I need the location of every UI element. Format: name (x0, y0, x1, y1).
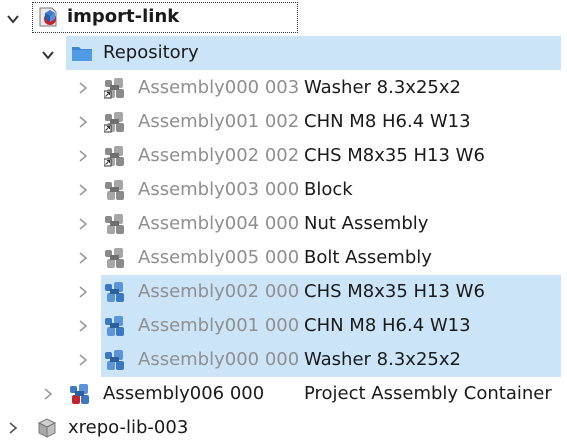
chevron-right-icon[interactable] (76, 217, 90, 231)
container-description: Project Assembly Container (304, 383, 552, 404)
chevron-right-icon[interactable] (76, 149, 90, 163)
assembly-icon (105, 316, 124, 336)
chevron-down-icon[interactable] (6, 12, 20, 26)
assembly-id: Assembly002 002 (138, 145, 300, 166)
assembly-icon (105, 282, 124, 302)
tree-row-assembly[interactable]: Assembly003 000 Block (0, 173, 567, 207)
tree-root-label: import-link (67, 6, 180, 27)
chevron-right-icon[interactable] (6, 421, 20, 435)
assembly-description: Washer 8.3x25x2 (304, 349, 461, 370)
container-id: Assembly006 000 (103, 383, 265, 404)
assembly-id: Assembly004 000 (138, 213, 300, 234)
tree-row-assembly[interactable]: Assembly001 002 CHN M8 H6.4 W13 (0, 105, 567, 139)
linked-assembly-icon (104, 146, 124, 167)
assembly-id: Assembly003 000 (138, 179, 300, 200)
tree-row-assembly[interactable]: Assembly004 000 Nut Assembly (0, 207, 567, 241)
assembly-description: Bolt Assembly (304, 247, 432, 268)
chevron-right-icon[interactable] (76, 81, 90, 95)
tree-row-container[interactable]: Assembly006 000 Project Assembly Contain… (0, 377, 567, 411)
chevron-right-icon[interactable] (76, 183, 90, 197)
chevron-right-icon[interactable] (76, 319, 90, 333)
linked-assembly-icon (104, 78, 124, 99)
assembly-icon (105, 214, 124, 234)
library-cube-icon (37, 418, 57, 438)
assembly-id: Assembly000 000 (138, 349, 300, 370)
assembly-container-icon (70, 384, 89, 404)
tree-row-assembly-selected[interactable]: Assembly000 000 Washer 8.3x25x2 (0, 343, 567, 377)
assembly-id: Assembly000 003 (138, 77, 300, 98)
assembly-id: Assembly005 000 (138, 247, 300, 268)
library-label: xrepo-lib-003 (68, 417, 189, 438)
chevron-right-icon[interactable] (76, 285, 90, 299)
assembly-icon (105, 350, 124, 370)
assembly-description: Block (304, 179, 353, 200)
tree-row-assembly-selected[interactable]: Assembly001 000 CHN M8 H6.4 W13 (0, 309, 567, 343)
assembly-description: CHN M8 H6.4 W13 (304, 111, 471, 132)
assembly-description: CHN M8 H6.4 W13 (304, 315, 471, 336)
folder-icon (72, 47, 92, 61)
tree-repository-label: Repository (103, 42, 199, 63)
chevron-right-icon[interactable] (41, 387, 55, 401)
assembly-id: Assembly001 002 (138, 111, 300, 132)
assembly-id: Assembly002 000 (138, 281, 300, 302)
assembly-id: Assembly001 000 (138, 315, 300, 336)
tree-row-repository[interactable]: Repository (0, 36, 567, 70)
assembly-description: CHS M8x35 H13 W6 (304, 281, 485, 302)
tree-row-assembly[interactable]: Assembly002 002 CHS M8x35 H13 W6 (0, 139, 567, 173)
chevron-right-icon[interactable] (76, 251, 90, 265)
tree-row-assembly[interactable]: Assembly000 003 Washer 8.3x25x2 (0, 71, 567, 105)
tree-row-library[interactable]: xrepo-lib-003 (0, 411, 567, 445)
assembly-description: Washer 8.3x25x2 (304, 77, 461, 98)
tree-row-root[interactable]: import-link (0, 0, 567, 34)
assembly-description: CHS M8x35 H13 W6 (304, 145, 485, 166)
assembly-icon (105, 248, 124, 268)
chevron-right-icon[interactable] (76, 115, 90, 129)
chevron-down-icon[interactable] (41, 48, 55, 62)
chevron-right-icon[interactable] (76, 353, 90, 367)
assembly-description: Nut Assembly (304, 213, 429, 234)
assembly-icon (105, 180, 124, 200)
tree-row-assembly-selected[interactable]: Assembly002 000 CHS M8x35 H13 W6 (0, 275, 567, 309)
linked-assembly-icon (104, 112, 124, 133)
tree-row-assembly[interactable]: Assembly005 000 Bolt Assembly (0, 241, 567, 275)
